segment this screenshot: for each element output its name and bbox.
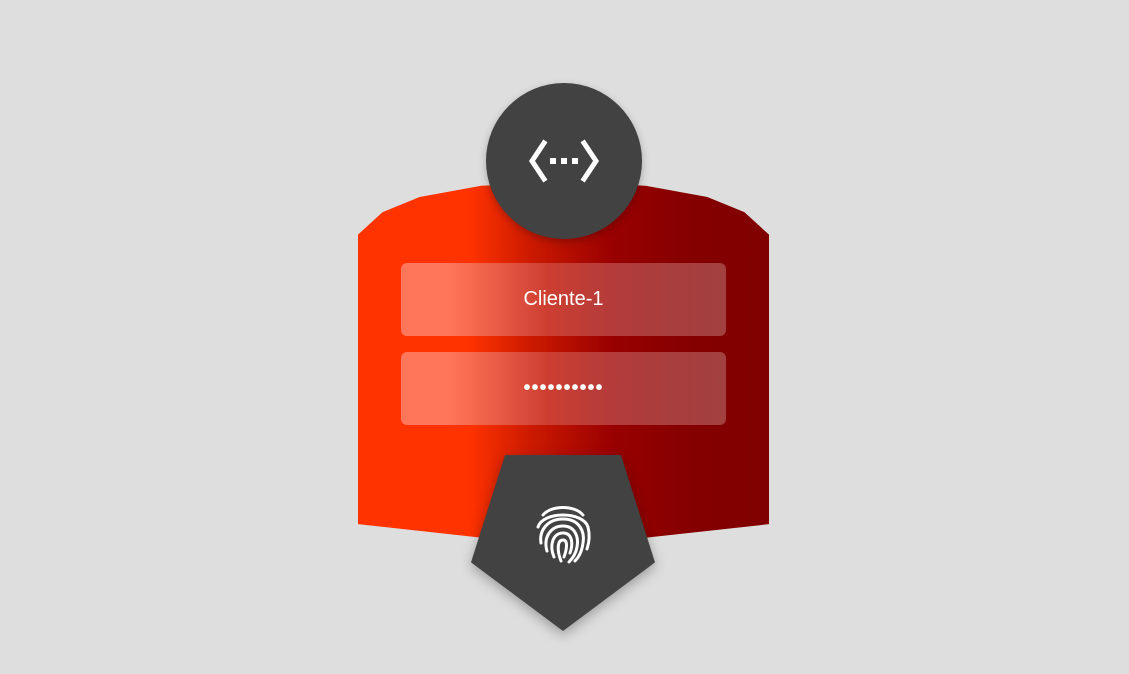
login-screen: Cliente-1 •••••••••• [0, 0, 1129, 674]
username-field[interactable]: Cliente-1 [401, 263, 726, 336]
fingerprint-icon [536, 506, 591, 564]
network-dots-icon [528, 139, 600, 183]
fingerprint-submit-button[interactable] [471, 455, 655, 631]
password-field[interactable]: •••••••••• [401, 352, 726, 425]
fingerprint-submit-wrapper [471, 455, 655, 631]
logo-badge [486, 83, 642, 239]
